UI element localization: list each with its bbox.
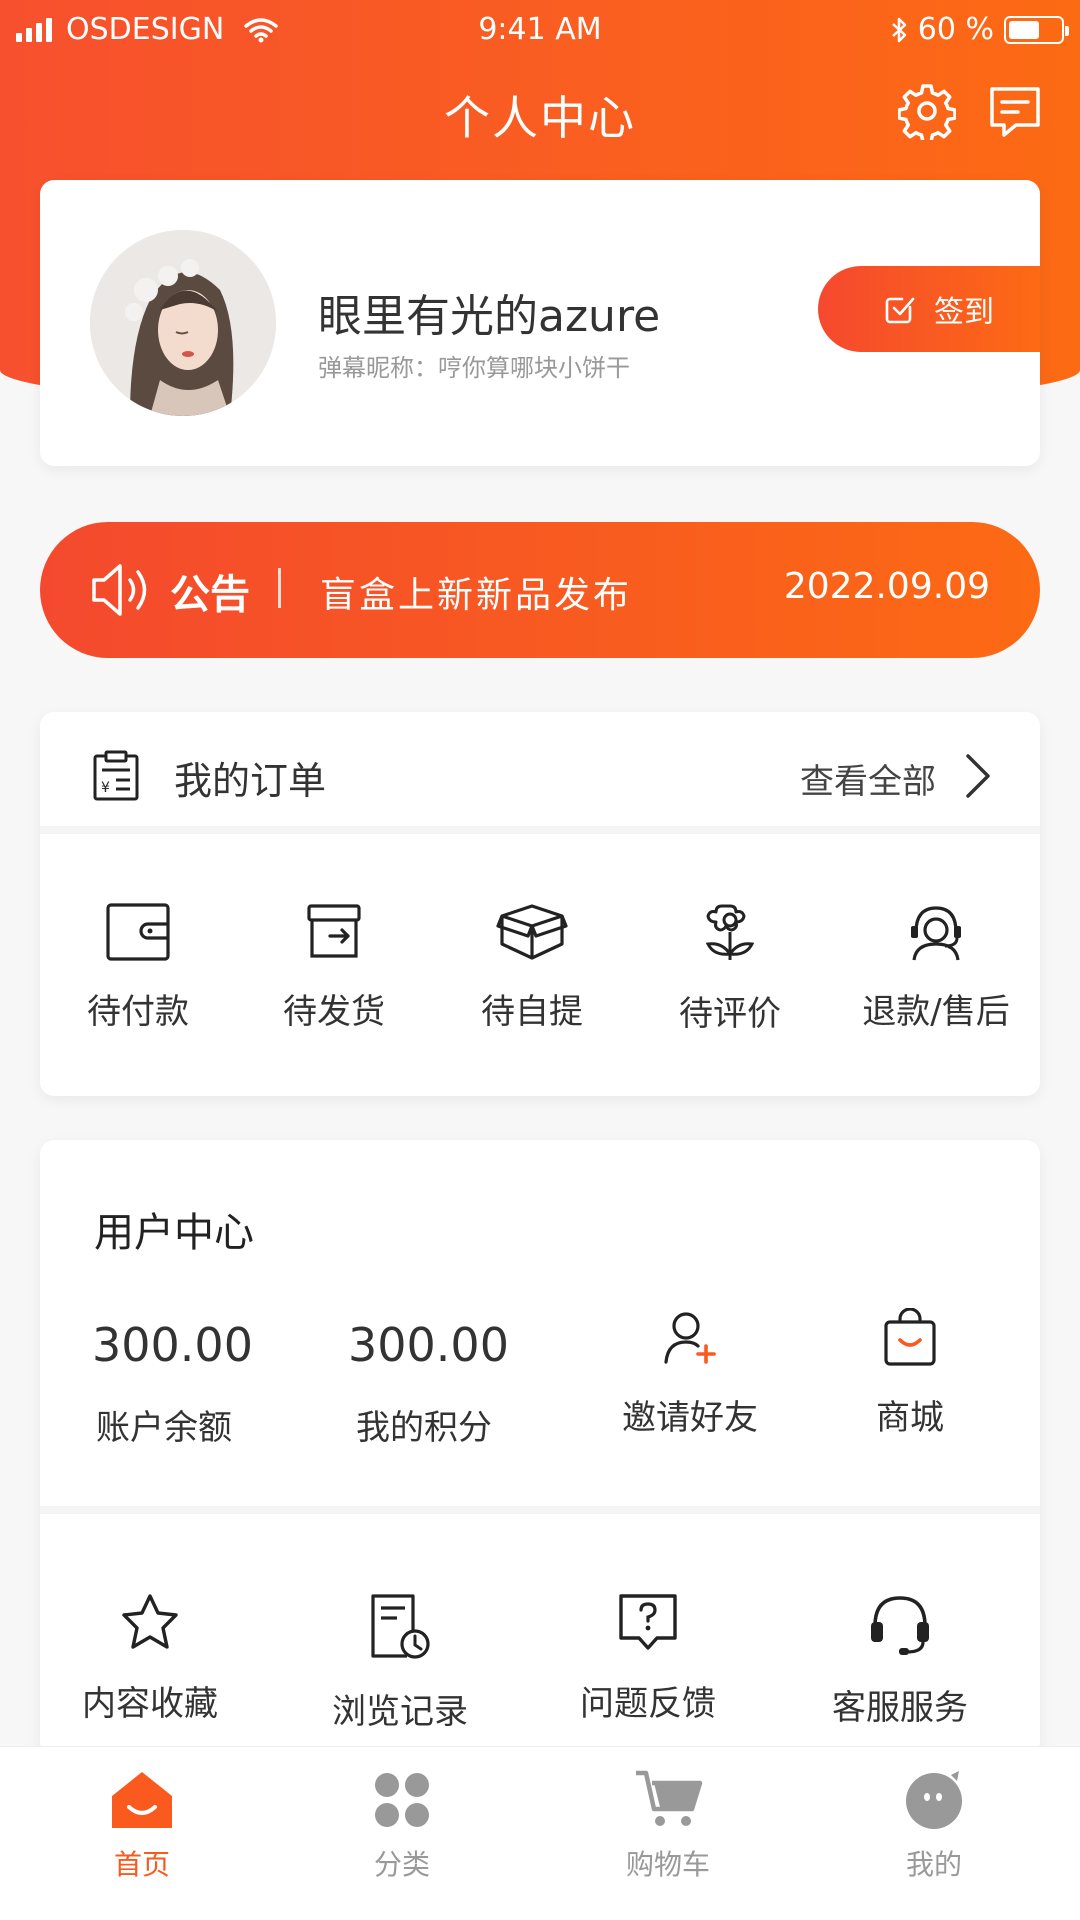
bluetooth-icon bbox=[891, 17, 907, 42]
star-icon bbox=[122, 1594, 178, 1649]
status-right: 60 % bbox=[890, 12, 1069, 47]
service-agent-icon bbox=[911, 906, 961, 961]
tool-label: 客服服务 bbox=[832, 1688, 968, 1728]
avatar-image bbox=[90, 230, 276, 416]
signin-button[interactable]: 签到 bbox=[818, 266, 1040, 352]
invite-label: 邀请好友 bbox=[622, 1398, 758, 1438]
order-pending-shipment[interactable]: 待发货 bbox=[254, 902, 414, 1033]
orders-header[interactable]: ¥ 我的订单 查看全部 bbox=[40, 712, 1040, 834]
profile-card: 眼里有光的azure 弹幕昵称：哼你算哪块小饼干 签到 bbox=[40, 180, 1040, 466]
tab-cart[interactable]: 购物车 bbox=[568, 1769, 768, 1883]
balance-value[interactable]: 300.00 bbox=[92, 1318, 253, 1372]
chevron-right-icon[interactable] bbox=[960, 750, 994, 802]
page: OSDESIGN 9:41 AM 60 % 个人中心 眼里有光的azure 弹幕… bbox=[0, 0, 1080, 1920]
announcement-bar[interactable]: 公告 盲盒上新新品发布 2022.09.09 bbox=[40, 522, 1040, 658]
wallet-icon bbox=[106, 903, 170, 961]
content-favorites[interactable]: 内容收藏 bbox=[60, 1592, 240, 1725]
tool-label: 内容收藏 bbox=[82, 1684, 218, 1724]
signin-label: 签到 bbox=[934, 295, 994, 330]
box-out-icon bbox=[307, 904, 361, 958]
history-icon bbox=[371, 1594, 430, 1659]
mall-label: 商城 bbox=[876, 1398, 944, 1438]
orders-title: 我的订单 bbox=[174, 759, 327, 803]
order-item-label: 待付款 bbox=[87, 992, 189, 1032]
order-pending-payment[interactable]: 待付款 bbox=[58, 902, 218, 1033]
user-center-title: 用户中心 bbox=[94, 1210, 254, 1256]
order-list-icon: ¥ bbox=[93, 750, 139, 801]
user-center-card: 用户中心 300.00 账户余额 300.00 我的积分 邀请好友 商城 内容收… bbox=[40, 1140, 1040, 1756]
section-divider bbox=[40, 1506, 1040, 1514]
announcement-date: 2022.09.09 bbox=[783, 566, 990, 607]
order-item-label: 待评价 bbox=[679, 994, 781, 1034]
tab-home[interactable]: 首页 bbox=[42, 1769, 242, 1883]
issue-feedback[interactable]: 问题反馈 bbox=[558, 1592, 738, 1725]
announcement-text: 盲盒上新新品发布 bbox=[320, 575, 633, 616]
home-icon bbox=[112, 1772, 172, 1828]
feedback-icon bbox=[619, 1594, 677, 1650]
username: 眼里有光的azure bbox=[318, 291, 661, 342]
message-icon[interactable] bbox=[986, 82, 1044, 140]
headset-icon bbox=[871, 1596, 929, 1655]
tab-category[interactable]: 分类 bbox=[302, 1769, 502, 1883]
tab-label: 分类 bbox=[373, 1848, 430, 1881]
tool-label: 问题反馈 bbox=[580, 1684, 716, 1724]
tab-label: 购物车 bbox=[625, 1848, 710, 1881]
announcement-title: 公告 bbox=[170, 572, 250, 618]
invite-friends[interactable]: 邀请好友 bbox=[600, 1308, 780, 1439]
battery-level bbox=[1009, 20, 1039, 39]
view-all-link[interactable]: 查看全部 bbox=[800, 754, 936, 803]
customer-service[interactable]: 客服服务 bbox=[810, 1592, 990, 1729]
orders-card: ¥ 我的订单 查看全部 待付款 待发货 待自提 待评价 退款/售后 bbox=[40, 712, 1040, 1096]
tab-label: 我的 bbox=[905, 1848, 962, 1881]
tab-label: 首页 bbox=[113, 1848, 170, 1881]
tool-label: 浏览记录 bbox=[332, 1692, 468, 1732]
points-value[interactable]: 300.00 bbox=[348, 1318, 509, 1372]
flower-icon bbox=[705, 904, 755, 960]
package-icon bbox=[496, 904, 568, 960]
profile-icon bbox=[906, 1771, 962, 1829]
announcement-divider bbox=[278, 568, 281, 608]
shopping-bag-icon bbox=[884, 1308, 936, 1366]
points-label: 我的积分 bbox=[356, 1408, 492, 1448]
order-pending-pickup[interactable]: 待自提 bbox=[452, 902, 612, 1033]
speaker-icon bbox=[92, 564, 147, 616]
order-item-label: 待自提 bbox=[481, 992, 583, 1032]
order-item-label: 退款/售后 bbox=[862, 992, 1010, 1032]
tab-profile[interactable]: 我的 bbox=[834, 1769, 1034, 1883]
nickname: 弹幕昵称：哼你算哪块小饼干 bbox=[318, 354, 630, 382]
checkbox-icon bbox=[885, 297, 915, 324]
mall[interactable]: 商城 bbox=[830, 1308, 990, 1439]
battery-icon bbox=[1004, 15, 1069, 44]
balance-label: 账户余额 bbox=[96, 1408, 232, 1448]
add-user-icon bbox=[664, 1312, 716, 1364]
tab-bar: 首页 分类 购物车 我的 bbox=[0, 1746, 1080, 1920]
status-bar: OSDESIGN 9:41 AM 60 % bbox=[0, 0, 1080, 60]
battery-percent: 60 % bbox=[917, 12, 994, 47]
order-refund-aftersale[interactable]: 退款/售后 bbox=[846, 902, 1026, 1033]
browse-history[interactable]: 浏览记录 bbox=[310, 1592, 490, 1733]
gear-icon[interactable] bbox=[898, 82, 956, 140]
order-pending-review[interactable]: 待评价 bbox=[650, 902, 810, 1035]
cart-icon bbox=[636, 1770, 703, 1826]
svg-text:¥: ¥ bbox=[101, 780, 110, 796]
avatar[interactable] bbox=[90, 230, 276, 416]
category-icon bbox=[375, 1773, 429, 1827]
order-item-label: 待发货 bbox=[283, 992, 385, 1032]
